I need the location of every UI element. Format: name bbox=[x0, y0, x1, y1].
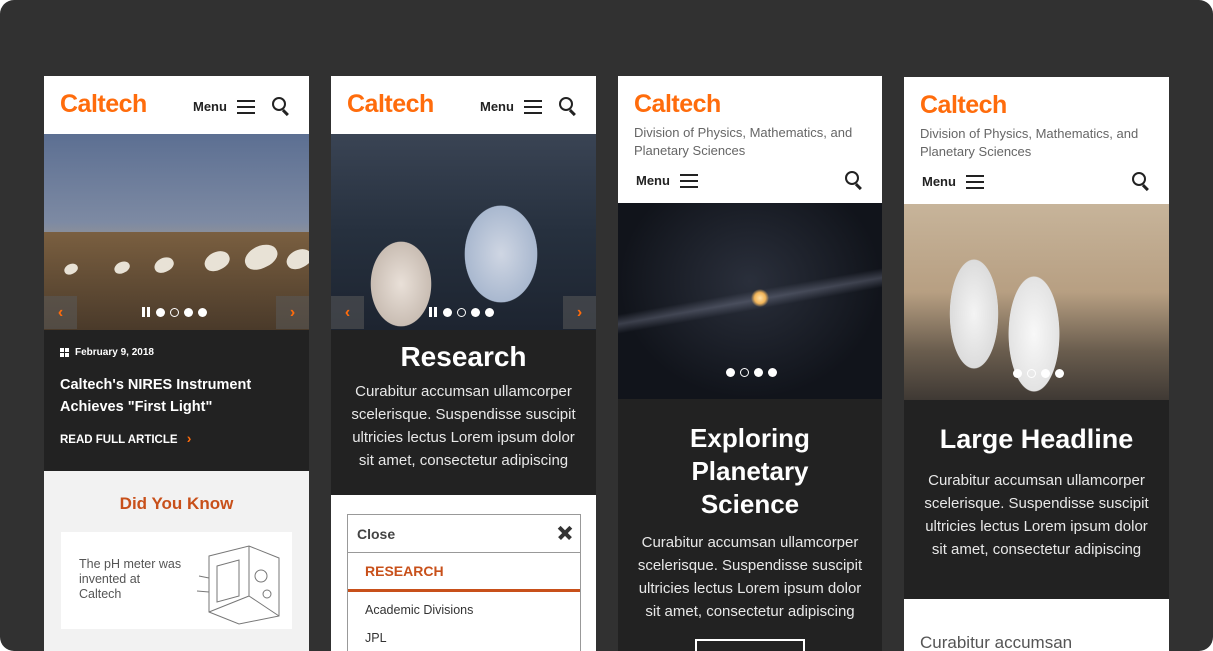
menu-drawer: Close RESEARCH Academic Divisions JPL bbox=[347, 514, 581, 651]
mobile-screen-home: Caltech Menu ‹ › February 9, 2018 Caltec… bbox=[44, 76, 309, 651]
news-headline[interactable]: Caltech's NIRES Instrument Achieves "Fir… bbox=[60, 374, 290, 418]
research-intro: Research Curabitur accumsan ullamcorper … bbox=[331, 330, 596, 495]
menu-item-academic-divisions[interactable]: Academic Divisions bbox=[365, 603, 473, 617]
carousel-dot[interactable] bbox=[156, 307, 165, 317]
news-card: February 9, 2018 Caltech's NIRES Instrum… bbox=[44, 330, 309, 471]
search-icon[interactable] bbox=[845, 171, 863, 190]
menu-label: Menu bbox=[480, 99, 514, 114]
site-header: Caltech Division of Physics, Mathematics… bbox=[618, 76, 882, 203]
feature-body: Curabitur accumsan ullamcorper scelerisq… bbox=[637, 534, 863, 620]
research-headline: Research bbox=[400, 341, 527, 372]
carousel-dot[interactable] bbox=[1027, 369, 1036, 378]
fact-text: The pH meter was invented at Caltech bbox=[79, 557, 182, 601]
fact-card: The pH meter was invented at Caltech bbox=[61, 532, 292, 629]
mobile-screen-research: Caltech Menu ‹ › Research Curabitur accu… bbox=[331, 76, 596, 651]
carousel-dot[interactable] bbox=[184, 307, 193, 317]
hamburger-icon bbox=[237, 99, 256, 115]
menu-button[interactable]: Menu bbox=[636, 172, 699, 190]
carousel-dot[interactable] bbox=[1041, 369, 1050, 378]
caltech-logo[interactable]: Caltech bbox=[347, 90, 434, 119]
caltech-logo[interactable]: Caltech bbox=[60, 90, 147, 119]
search-icon[interactable] bbox=[1132, 172, 1150, 191]
feature-headline: Exploring Planetary Science bbox=[690, 423, 810, 519]
content-below: Curabitur accumsan bbox=[904, 599, 1169, 651]
did-you-know-title: Did You Know bbox=[119, 494, 234, 513]
carousel-dot[interactable] bbox=[170, 307, 179, 317]
hero-image-planet bbox=[618, 203, 882, 399]
ph-meter-illustration bbox=[196, 545, 280, 625]
research-body: Curabitur accumsan ullamcorper scelerisq… bbox=[351, 383, 576, 469]
carousel-dot[interactable] bbox=[768, 368, 777, 377]
mobile-screen-large-headline: Caltech Division of Physics, Mathematics… bbox=[904, 77, 1169, 651]
search-icon[interactable] bbox=[272, 97, 290, 116]
close-icon[interactable] bbox=[558, 525, 572, 540]
learn-more-button[interactable] bbox=[695, 639, 805, 651]
carousel-dot[interactable] bbox=[754, 368, 763, 377]
hero-image-researchers: ‹ › bbox=[331, 134, 596, 330]
large-headline: Large Headline bbox=[939, 424, 1134, 454]
menu-label: Menu bbox=[193, 99, 227, 114]
carousel-prev-button[interactable]: ‹ bbox=[44, 296, 77, 329]
hamburger-icon bbox=[680, 173, 699, 189]
close-label: Close bbox=[357, 526, 396, 542]
headline-body: Curabitur accumsan ullamcorper scelerisq… bbox=[924, 472, 1149, 558]
menu-label: Menu bbox=[922, 174, 956, 189]
division-subtitle: Division of Physics, Mathematics, and Pl… bbox=[634, 125, 853, 158]
carousel-dot[interactable] bbox=[1055, 369, 1064, 378]
site-header: Caltech Division of Physics, Mathematics… bbox=[904, 77, 1169, 204]
hamburger-icon bbox=[966, 174, 985, 190]
showcase-frame: Caltech Menu ‹ › February 9, 2018 Caltec… bbox=[0, 0, 1213, 651]
pause-icon[interactable] bbox=[429, 307, 438, 317]
division-subtitle: Division of Physics, Mathematics, and Pl… bbox=[920, 126, 1139, 159]
menu-button[interactable]: Menu bbox=[193, 98, 256, 116]
read-more-label: READ FULL ARTICLE bbox=[60, 434, 178, 446]
hero-image-telescopes: ‹ › bbox=[44, 134, 309, 330]
carousel-dot[interactable] bbox=[485, 307, 494, 317]
carousel-dot[interactable] bbox=[740, 368, 749, 377]
menu-button[interactable]: Menu bbox=[922, 173, 985, 191]
carousel-dots bbox=[1013, 369, 1064, 378]
calendar-grid-icon bbox=[60, 348, 69, 357]
caltech-logo[interactable]: Caltech bbox=[634, 90, 721, 119]
pause-icon[interactable] bbox=[142, 307, 151, 317]
menu-label: Menu bbox=[636, 173, 670, 188]
hero-image-lab bbox=[904, 204, 1169, 400]
caltech-logo[interactable]: Caltech bbox=[920, 91, 1007, 120]
carousel-dot[interactable] bbox=[726, 368, 735, 377]
did-you-know-section: Did You Know The pH meter was invented a… bbox=[44, 471, 309, 651]
section-label: RESEARCH bbox=[365, 563, 444, 579]
carousel-dots bbox=[142, 307, 207, 317]
read-full-article-link[interactable]: READ FULL ARTICLE › bbox=[60, 430, 191, 446]
carousel-next-button[interactable]: › bbox=[276, 296, 309, 329]
carousel-dot[interactable] bbox=[443, 307, 452, 317]
carousel-dot[interactable] bbox=[471, 307, 480, 317]
hamburger-icon bbox=[524, 99, 543, 115]
carousel-dot[interactable] bbox=[1013, 369, 1022, 378]
carousel-dot[interactable] bbox=[198, 307, 207, 317]
menu-button[interactable]: Menu bbox=[480, 98, 543, 116]
news-date: February 9, 2018 bbox=[75, 347, 154, 358]
carousel-dots bbox=[429, 307, 494, 317]
site-header: Caltech Menu bbox=[44, 76, 309, 134]
below-text: Curabitur accumsan bbox=[920, 633, 1073, 651]
menu-item-jpl[interactable]: JPL bbox=[365, 631, 387, 645]
mobile-screen-division: Caltech Division of Physics, Mathematics… bbox=[618, 76, 882, 651]
menu-close-row[interactable]: Close bbox=[348, 515, 580, 553]
carousel-next-button[interactable]: › bbox=[563, 296, 596, 329]
feature-intro: Exploring Planetary Science Curabitur ac… bbox=[618, 399, 882, 651]
carousel-dot[interactable] bbox=[457, 307, 466, 317]
search-icon[interactable] bbox=[559, 97, 577, 116]
carousel-prev-button[interactable]: ‹ bbox=[331, 296, 364, 329]
menu-section-research[interactable]: RESEARCH bbox=[348, 553, 580, 592]
carousel-dots bbox=[726, 368, 777, 377]
chevron-right-icon: › bbox=[186, 430, 192, 446]
site-header: Caltech Menu bbox=[331, 76, 596, 134]
headline-block: Large Headline Curabitur accumsan ullamc… bbox=[904, 400, 1169, 599]
